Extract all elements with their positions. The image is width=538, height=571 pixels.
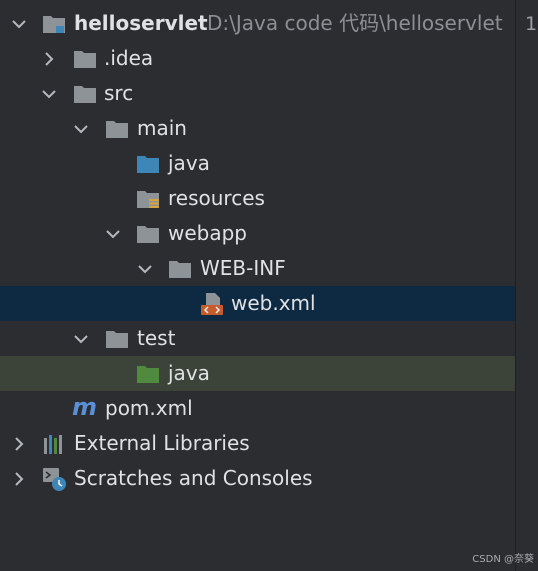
chevron-down-icon[interactable] xyxy=(72,330,90,348)
maven-icon: m xyxy=(72,393,98,421)
chevron-down-icon[interactable] xyxy=(40,85,58,103)
test-source-folder-icon xyxy=(137,366,159,383)
chevron-down-icon[interactable] xyxy=(72,120,90,138)
chevron-down-icon[interactable] xyxy=(136,260,154,278)
tree-row-webxml[interactable]: web.xml xyxy=(0,286,515,321)
test-java-label: java xyxy=(168,361,210,385)
project-name: helloservlet xyxy=(74,11,208,35)
tree-row-main[interactable]: main xyxy=(0,111,515,146)
folder-icon xyxy=(106,331,128,348)
folder-icon xyxy=(169,261,191,278)
tree-row-test[interactable]: test xyxy=(0,321,515,356)
folder-icon xyxy=(137,226,159,243)
tree-row-src[interactable]: src xyxy=(0,76,515,111)
watermark: CSDN @奈葵 xyxy=(472,554,534,565)
tree-row-webapp[interactable]: webapp xyxy=(0,216,515,251)
tree-row-scratches[interactable]: Scratches and Consoles xyxy=(0,461,515,496)
tree-row-main-java[interactable]: java xyxy=(0,146,515,181)
test-folder-label: test xyxy=(137,326,176,350)
tree-row-webinf[interactable]: WEB-INF xyxy=(0,251,515,286)
folder-icon xyxy=(106,121,128,138)
webinf-folder-label: WEB-INF xyxy=(200,256,286,280)
chevron-down-icon[interactable] xyxy=(10,15,28,33)
folder-icon xyxy=(74,86,96,103)
editor-gutter: 1 xyxy=(515,0,538,571)
tree-row-project[interactable]: helloservlet D:\Java code 代码\helloservle… xyxy=(0,6,515,41)
tree-row-test-java[interactable]: java xyxy=(0,356,515,391)
libraries-icon xyxy=(44,435,62,454)
chevron-right-icon[interactable] xyxy=(10,435,28,453)
line-number: 1 xyxy=(525,13,538,35)
module-folder-icon xyxy=(43,16,65,33)
tree-row-idea[interactable]: .idea xyxy=(0,41,515,76)
scratches-label: Scratches and Consoles xyxy=(74,466,313,490)
tree-row-resources[interactable]: resources xyxy=(0,181,515,216)
webapp-folder-label: webapp xyxy=(168,221,248,245)
xml-file-icon xyxy=(201,293,223,315)
webxml-label: web.xml xyxy=(231,291,316,315)
pom-label: pom.xml xyxy=(105,396,193,420)
source-folder-icon xyxy=(137,156,159,173)
chevron-right-icon[interactable] xyxy=(40,50,58,68)
main-folder-label: main xyxy=(137,116,187,140)
external-libraries-label: External Libraries xyxy=(74,431,250,455)
resources-folder-icon xyxy=(137,191,159,208)
resources-label: resources xyxy=(168,186,265,210)
tree-row-pom[interactable]: m pom.xml xyxy=(0,391,515,426)
scratches-icon xyxy=(43,468,66,491)
project-path: D:\Java code 代码\helloservlet xyxy=(207,11,503,35)
chevron-down-icon[interactable] xyxy=(104,225,122,243)
tree-row-external-libraries[interactable]: External Libraries xyxy=(0,426,515,461)
main-java-label: java xyxy=(168,151,210,175)
folder-icon xyxy=(74,51,96,68)
src-folder-label: src xyxy=(104,81,134,105)
idea-folder-label: .idea xyxy=(104,46,154,70)
project-tree: helloservlet D:\Java code 代码\helloservle… xyxy=(0,0,515,571)
chevron-right-icon[interactable] xyxy=(10,470,28,488)
